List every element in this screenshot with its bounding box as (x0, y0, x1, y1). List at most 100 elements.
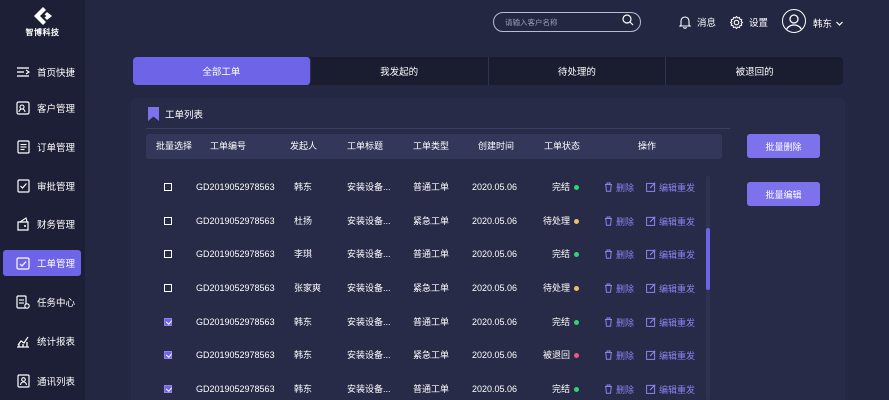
row-checkbox[interactable] (164, 385, 172, 393)
status-badge: 待处理 (543, 271, 579, 305)
sidebar-item-7[interactable]: 统计报表 (3, 328, 81, 354)
brand-logo[interactable]: 智博科技 (0, 6, 85, 42)
initiator: 杜扬 (294, 216, 313, 226)
tab-2[interactable]: 待处理的 (489, 57, 667, 85)
status-text: 待处理 (542, 216, 570, 226)
row-checkbox[interactable] (164, 250, 172, 258)
edit-resend-button[interactable]: 编辑重发 (646, 204, 695, 238)
edit-resend-button[interactable]: 编辑重发 (646, 372, 695, 400)
delete-label: 删除 (616, 182, 635, 193)
status-dot (574, 387, 579, 393)
tab-3[interactable]: 被退回的 (666, 57, 843, 85)
trash-icon (605, 182, 612, 192)
workorder-id: GD2019052978563 (196, 182, 275, 192)
messages-label: 消息 (697, 18, 717, 29)
row-checkbox[interactable] (164, 318, 172, 326)
edit-icon (646, 317, 656, 327)
chevron-down-icon[interactable] (835, 15, 844, 33)
tab-0[interactable]: 全部工单 (133, 57, 311, 85)
finance-icon (15, 216, 31, 232)
delete-button[interactable]: 删除 (604, 204, 634, 238)
delete-button[interactable]: 删除 (604, 338, 634, 372)
edit-label: 编辑重发 (659, 249, 696, 260)
table-row[interactable]: GD2019052978563 李琪 安装设备... 普通工单 2020.05.06 完结… (146, 237, 706, 271)
workorder-type: 紧急工单 (413, 350, 450, 360)
status-badge: 完结 (552, 305, 579, 339)
batch-edit-button[interactable]: 批量编辑 (747, 182, 820, 206)
edit-icon (646, 350, 656, 360)
brand-name: 智博科技 (25, 28, 60, 37)
table-row[interactable]: GD2019052978563 韩东 安装设备... 普通工单 2020.05.06 完结… (146, 170, 706, 204)
edit-resend-button[interactable]: 编辑重发 (646, 170, 695, 204)
table-row[interactable]: GD2019052978563 张家爽 安装设备... 紧急工单 2020.05.06 待… (146, 271, 706, 305)
table-row[interactable]: GD2019052978563 韩东 安装设备... 紧急工单 2020.05.06 被退… (146, 338, 706, 372)
column-header: 工单编号 (210, 141, 247, 151)
search-icon[interactable] (622, 13, 634, 31)
delete-label: 删除 (616, 384, 635, 395)
table-row[interactable]: GD2019052978563 韩东 安装设备... 普通工单 2020.05.06 完结… (146, 305, 706, 339)
workorder-title: 安装设备... (347, 350, 391, 360)
sidebar-item-6[interactable]: 任务中心 (3, 289, 81, 315)
delete-button[interactable]: 删除 (604, 372, 634, 400)
delete-button[interactable]: 删除 (604, 237, 634, 271)
settings-label: 设置 (749, 18, 769, 29)
approval-icon (15, 178, 31, 194)
edit-label: 编辑重发 (659, 182, 696, 193)
row-checkbox[interactable] (164, 284, 172, 292)
sidebar-item-label: 订单管理 (37, 143, 76, 154)
avatar[interactable] (782, 9, 806, 33)
edit-resend-button[interactable]: 编辑重发 (646, 271, 695, 305)
table-header: 批量选择 工单编号 发起人 工单标题 工单类型 创建时间 工单状态 操作 (146, 134, 722, 159)
sidebar-item-label: 任务中心 (37, 298, 76, 309)
edit-resend-button[interactable]: 编辑重发 (646, 305, 695, 339)
messages-button[interactable]: 消息 (678, 12, 716, 32)
row-checkbox[interactable] (164, 351, 172, 359)
sidebar-item-8[interactable]: 通讯列表 (3, 368, 81, 394)
edit-resend-button[interactable]: 编辑重发 (646, 237, 695, 271)
search-input[interactable] (505, 17, 622, 27)
gear-icon (729, 15, 744, 29)
workorder-type: 普通工单 (413, 384, 450, 394)
contacts-icon (15, 373, 31, 389)
delete-button[interactable]: 删除 (604, 271, 634, 305)
workorder-id: GD2019052978563 (196, 350, 275, 360)
row-checkbox[interactable] (164, 217, 172, 225)
status-text: 完结 (551, 384, 570, 394)
workorder-icon (15, 255, 31, 271)
column-header: 操作 (638, 141, 657, 151)
table-row[interactable]: GD2019052978563 杜扬 安装设备... 紧急工单 2020.05.06 待处… (146, 204, 706, 238)
scrollbar-thumb[interactable] (706, 228, 710, 290)
workorder-id: GD2019052978563 (196, 384, 275, 394)
delete-button[interactable]: 删除 (604, 305, 634, 339)
edit-resend-button[interactable]: 编辑重发 (646, 338, 695, 372)
sidebar-item-3[interactable]: 审批管理 (3, 173, 81, 199)
sidebar-item-label: 工单管理 (37, 259, 76, 270)
sidebar-item-2[interactable]: 订单管理 (3, 134, 81, 160)
status-dot (574, 185, 579, 191)
delete-button[interactable]: 删除 (604, 170, 634, 204)
sidebar-item-5[interactable]: 工单管理 (3, 250, 81, 276)
status-dot (574, 353, 579, 359)
tab-1[interactable]: 我发起的 (311, 57, 489, 85)
batch-delete-button[interactable]: 批量删除 (747, 134, 820, 158)
panel-title: 工单列表 (148, 107, 203, 121)
workorder-type: 紧急工单 (413, 283, 450, 293)
sidebar-item-0[interactable]: 首页快捷 (3, 59, 81, 85)
settings-button[interactable]: 设置 (729, 12, 768, 32)
status-dot (574, 320, 579, 326)
table-row[interactable]: GD2019052978563 韩东 安装设备... 普通工单 2020.05.06 完结… (146, 372, 706, 400)
workorder-id: GD2019052978563 (196, 216, 275, 226)
search-box[interactable] (493, 12, 641, 32)
initiator: 韩东 (294, 182, 313, 192)
delete-label: 删除 (616, 249, 635, 260)
user-name[interactable]: 韩东 (813, 16, 832, 30)
column-header: 创建时间 (478, 141, 515, 151)
sidebar-item-1[interactable]: 客户管理 (3, 95, 81, 121)
workorder-title: 安装设备... (347, 182, 391, 192)
edit-label: 编辑重发 (659, 216, 696, 227)
sidebar-item-4[interactable]: 财务管理 (3, 211, 81, 237)
status-badge: 待处理 (543, 204, 579, 238)
sidebar-item-label: 财务管理 (37, 220, 76, 231)
delete-label: 删除 (616, 350, 635, 361)
row-checkbox[interactable] (164, 183, 172, 191)
